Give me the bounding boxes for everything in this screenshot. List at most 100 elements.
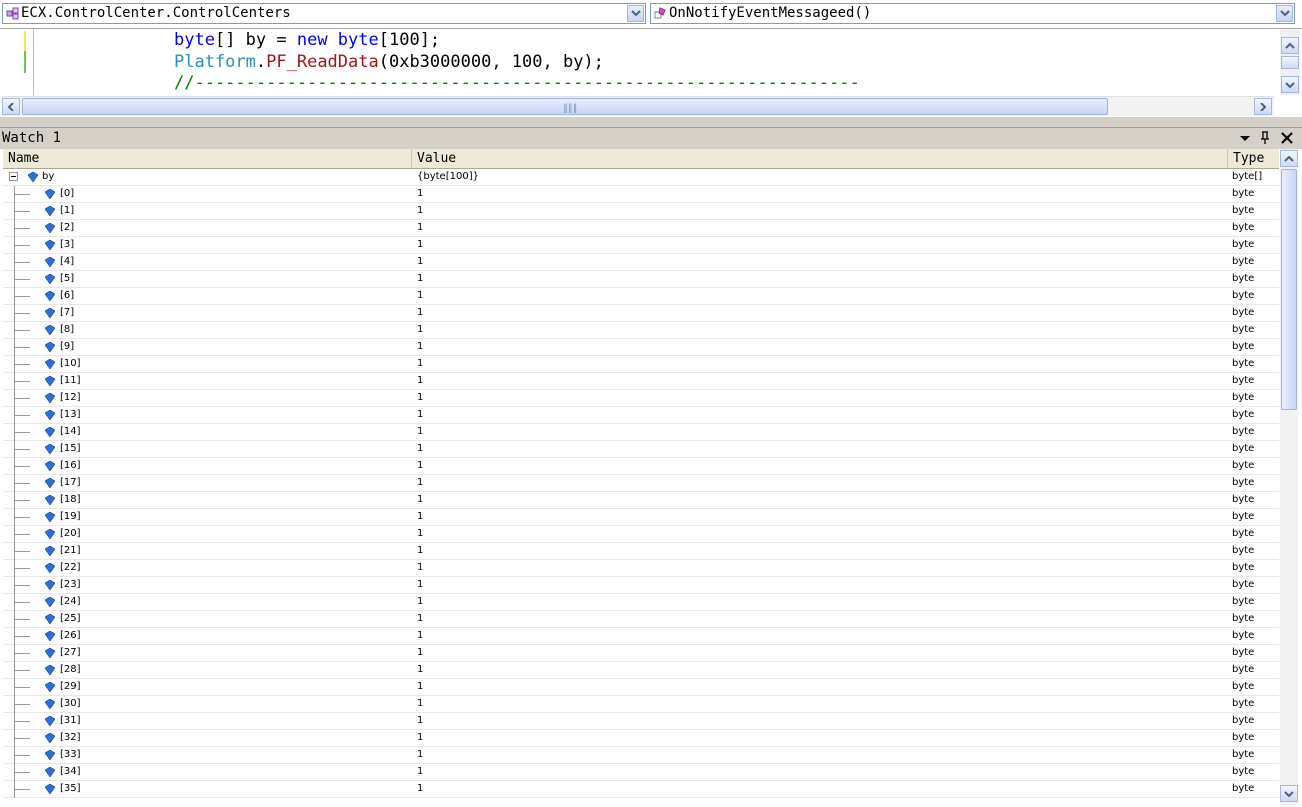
editor-vertical-scrollbar[interactable] (1280, 29, 1300, 95)
watch-item-row[interactable]: [33] 1 byte (3, 747, 1279, 764)
row-value[interactable]: 1 (417, 458, 423, 474)
row-value[interactable]: 1 (417, 322, 423, 338)
column-header-name[interactable]: Name (3, 149, 412, 168)
row-value[interactable]: 1 (417, 390, 423, 406)
row-value[interactable]: 1 (417, 628, 423, 644)
watch-scroll-thumb[interactable] (1281, 169, 1297, 410)
watch-item-row[interactable]: [4] 1 byte (3, 254, 1279, 271)
row-value[interactable]: 1 (417, 645, 423, 661)
row-value[interactable]: 1 (417, 492, 423, 508)
row-value[interactable]: 1 (417, 594, 423, 610)
row-value[interactable]: 1 (417, 441, 423, 457)
row-value[interactable]: 1 (417, 339, 423, 355)
watch-item-row[interactable]: [8] 1 byte (3, 322, 1279, 339)
row-value[interactable]: 1 (417, 526, 423, 542)
scroll-right-button[interactable] (1254, 98, 1272, 115)
watch-vertical-scrollbar[interactable] (1280, 149, 1298, 805)
watch-item-row[interactable]: [5] 1 byte (3, 271, 1279, 288)
row-value[interactable]: 1 (417, 203, 423, 219)
watch-item-row[interactable]: [6] 1 byte (3, 288, 1279, 305)
watch-item-row[interactable]: [32] 1 byte (3, 730, 1279, 747)
watch-item-row[interactable]: [27] 1 byte (3, 645, 1279, 662)
watch-item-row[interactable]: [14] 1 byte (3, 424, 1279, 441)
row-value[interactable]: 1 (417, 373, 423, 389)
scroll-thumb[interactable] (1281, 56, 1299, 69)
row-value[interactable]: 1 (417, 305, 423, 321)
watch-item-row[interactable]: [21] 1 byte (3, 543, 1279, 560)
watch-item-row[interactable]: [0] 1 byte (3, 186, 1279, 203)
horizontal-scroll-thumb[interactable]: ║║║ (22, 98, 1108, 115)
column-header-type[interactable]: Type (1228, 149, 1279, 168)
watch-item-row[interactable]: [12] 1 byte (3, 390, 1279, 407)
row-value[interactable]: 1 (417, 662, 423, 678)
row-value[interactable]: 1 (417, 781, 423, 797)
row-value[interactable]: 1 (417, 730, 423, 746)
auto-hide-pin-icon[interactable] (1257, 130, 1273, 146)
scroll-up-button[interactable] (1280, 150, 1298, 167)
row-value[interactable]: {byte[100]} (417, 169, 479, 185)
watch-item-row[interactable]: [18] 1 byte (3, 492, 1279, 509)
row-value[interactable]: 1 (417, 747, 423, 763)
watch-item-row[interactable]: [22] 1 byte (3, 560, 1279, 577)
scroll-up-button[interactable] (1281, 37, 1299, 54)
watch-item-row[interactable]: [28] 1 byte (3, 662, 1279, 679)
member-combo[interactable]: OnNotifyEventMessageed() (650, 3, 1295, 24)
watch-item-row[interactable]: [7] 1 byte (3, 305, 1279, 322)
row-value[interactable]: 1 (417, 271, 423, 287)
row-value[interactable]: 1 (417, 254, 423, 270)
row-value[interactable]: 1 (417, 424, 423, 440)
row-value[interactable]: 1 (417, 543, 423, 559)
watch-item-row[interactable]: [10] 1 byte (3, 356, 1279, 373)
close-icon[interactable] (1279, 130, 1295, 146)
watch-item-row[interactable]: [35] 1 byte (3, 781, 1279, 798)
row-value[interactable]: 1 (417, 679, 423, 695)
type-combo[interactable]: ECX.ControlCenter.ControlCenters (2, 3, 646, 24)
watch-item-row[interactable]: [26] 1 byte (3, 628, 1279, 645)
row-value[interactable]: 1 (417, 560, 423, 576)
watch-item-row[interactable]: [19] 1 byte (3, 509, 1279, 526)
row-value[interactable]: 1 (417, 764, 423, 780)
watch-item-row[interactable]: [29] 1 byte (3, 679, 1279, 696)
row-value[interactable]: 1 (417, 407, 423, 423)
code-editor[interactable]: byte[] by = new byte[100]; Platform.PF_R… (0, 29, 1302, 117)
row-value[interactable]: 1 (417, 696, 423, 712)
watch-item-row[interactable]: [30] 1 byte (3, 696, 1279, 713)
watch-item-row[interactable]: [34] 1 byte (3, 764, 1279, 781)
row-value[interactable]: 1 (417, 577, 423, 593)
watch-item-row[interactable]: [9] 1 byte (3, 339, 1279, 356)
column-header-value[interactable]: Value (412, 149, 1228, 168)
editor-horizontal-scrollbar[interactable]: ║║║ (2, 96, 1274, 116)
row-value[interactable]: 1 (417, 713, 423, 729)
watch-item-row[interactable]: [31] 1 byte (3, 713, 1279, 730)
scroll-down-button[interactable] (1280, 785, 1298, 802)
watch-item-row[interactable]: [3] 1 byte (3, 237, 1279, 254)
row-value[interactable]: 1 (417, 186, 423, 202)
watch-root-row[interactable]: by {byte[100]} byte[] (3, 169, 1279, 186)
watch-item-row[interactable]: [23] 1 byte (3, 577, 1279, 594)
row-value[interactable]: 1 (417, 475, 423, 491)
row-value[interactable]: 1 (417, 611, 423, 627)
watch-item-row[interactable]: [24] 1 byte (3, 594, 1279, 611)
row-value[interactable]: 1 (417, 288, 423, 304)
member-combo-dropdown-button[interactable] (1276, 5, 1293, 22)
watch-item-row[interactable]: [13] 1 byte (3, 407, 1279, 424)
scroll-down-button[interactable] (1281, 76, 1299, 93)
watch-item-row[interactable]: [1] 1 byte (3, 203, 1279, 220)
watch-item-row[interactable]: [11] 1 byte (3, 373, 1279, 390)
collapse-toggle-icon[interactable] (9, 172, 18, 181)
watch-item-row[interactable]: [20] 1 byte (3, 526, 1279, 543)
watch-item-row[interactable]: [25] 1 byte (3, 611, 1279, 628)
scroll-left-button[interactable] (2, 98, 20, 115)
row-value[interactable]: 1 (417, 237, 423, 253)
row-value[interactable]: 1 (417, 220, 423, 236)
window-splitter[interactable] (0, 117, 1302, 127)
watch-grid[interactable]: by {byte[100]} byte[] [0] 1 byte [1] 1 byte [2… (3, 169, 1279, 805)
watch-item-row[interactable]: [15] 1 byte (3, 441, 1279, 458)
watch-item-row[interactable]: [17] 1 byte (3, 475, 1279, 492)
type-combo-dropdown-button[interactable] (627, 5, 644, 22)
watch-item-row[interactable]: [2] 1 byte (3, 220, 1279, 237)
window-position-dropdown-icon[interactable] (1237, 130, 1253, 146)
row-value[interactable]: 1 (417, 509, 423, 525)
row-value[interactable]: 1 (417, 356, 423, 372)
watch-item-row[interactable]: [16] 1 byte (3, 458, 1279, 475)
